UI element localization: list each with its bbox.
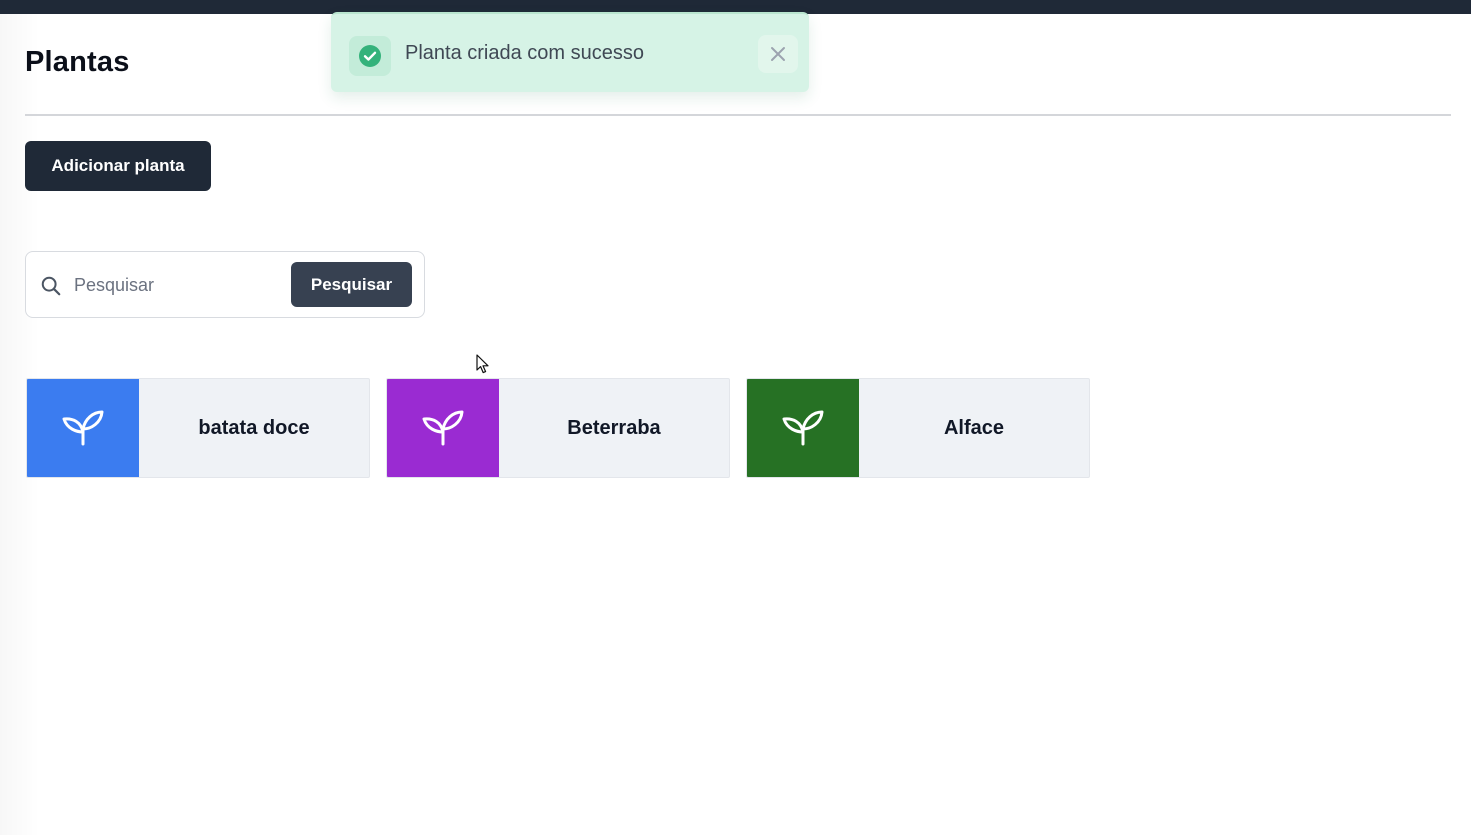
page-title: Plantas [25, 46, 130, 78]
divider [25, 114, 1451, 116]
plant-card-name: Alface [943, 416, 1005, 439]
search-form: Pesquisar [25, 251, 425, 318]
sprout-icon [422, 410, 464, 446]
search-button[interactable]: Pesquisar [291, 262, 412, 307]
sprout-icon [62, 410, 104, 446]
plant-card-name: Beterraba [567, 416, 661, 439]
plant-card-icon-area [387, 379, 499, 477]
add-plant-button[interactable]: Adicionar planta [25, 141, 211, 191]
search-icon [41, 276, 61, 296]
success-toast: Planta criada com sucesso [331, 12, 809, 92]
sprout-icon [782, 410, 824, 446]
check-circle-icon [359, 45, 381, 67]
close-icon [771, 47, 785, 61]
plant-card-name: batata doce [198, 416, 310, 439]
plant-list: batata doce Beterraba Alface [26, 378, 1090, 478]
plant-card[interactable]: Beterraba [386, 378, 730, 478]
plant-card-icon-area [747, 379, 859, 477]
toast-close-button[interactable] [758, 35, 798, 73]
mouse-cursor-icon [476, 354, 489, 374]
search-input[interactable] [74, 266, 284, 304]
toast-status [349, 36, 391, 76]
toast-message: Planta criada com sucesso [405, 42, 645, 64]
plant-card[interactable]: batata doce [26, 378, 370, 478]
plant-card-icon-area [27, 379, 139, 477]
plant-card[interactable]: Alface [746, 378, 1090, 478]
